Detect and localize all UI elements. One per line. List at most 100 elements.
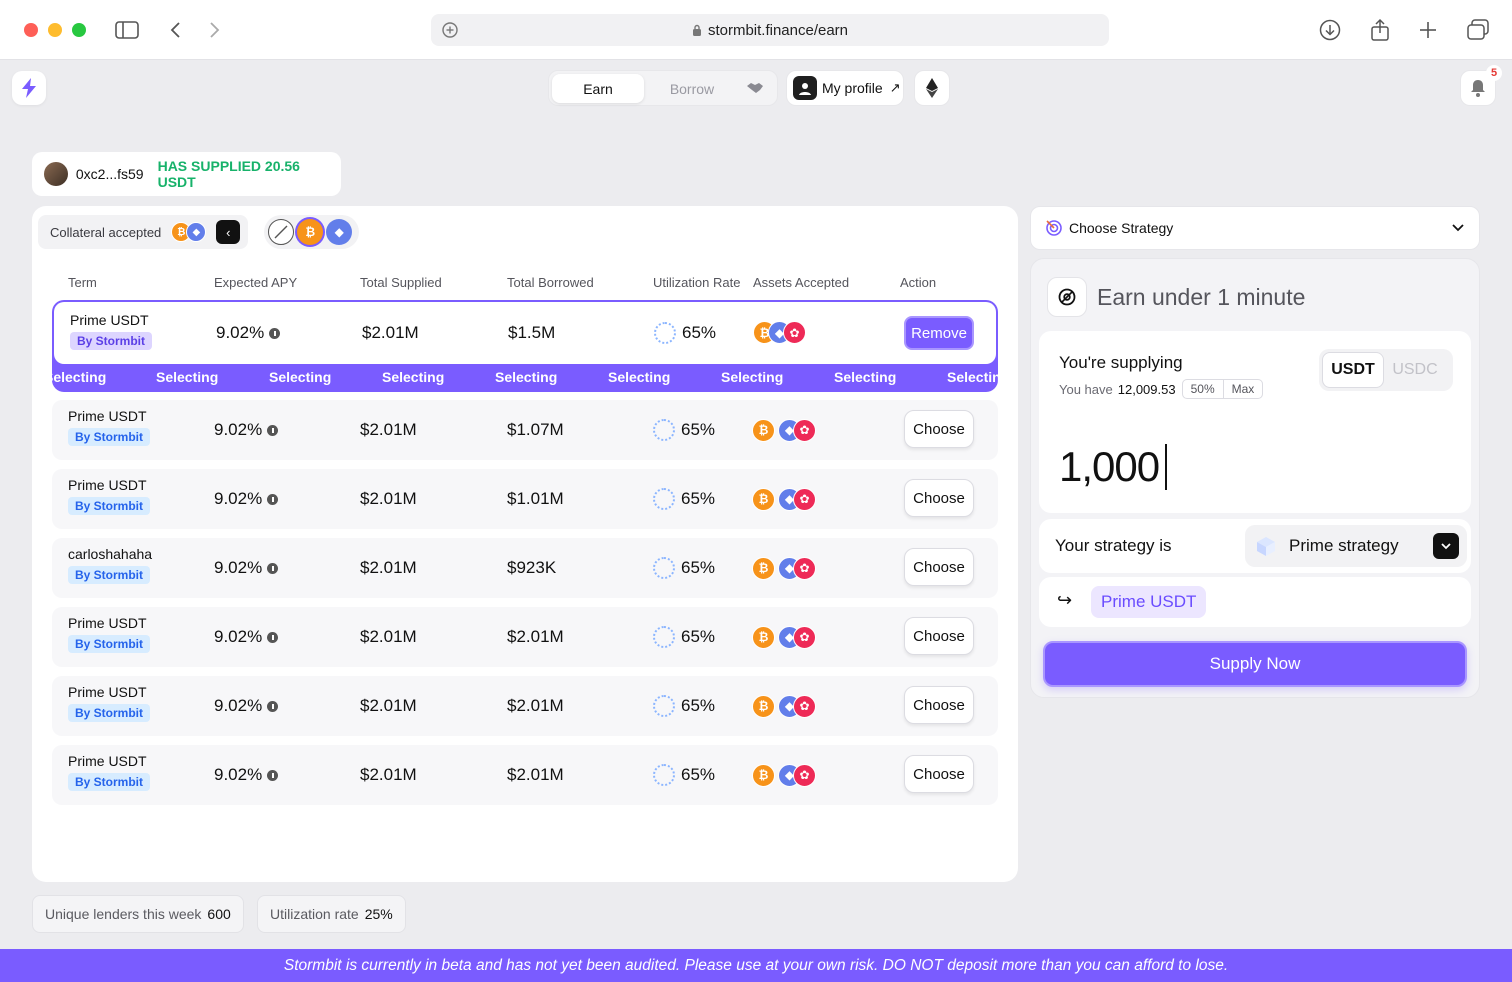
header-borrowed: Total Borrowed — [507, 275, 594, 290]
utilization-ring-icon — [653, 695, 675, 717]
bitcoin-filter-icon[interactable]: ₿ — [297, 219, 324, 245]
utilization-cell: 65% — [653, 538, 715, 598]
strategy-picker[interactable]: Prime strategy — [1245, 525, 1467, 567]
fifty-percent-button[interactable]: 50% — [1183, 380, 1223, 398]
info-icon[interactable] — [267, 562, 279, 574]
apy-value: 9.02% — [214, 558, 263, 577]
choose-button[interactable]: Choose — [904, 548, 974, 586]
minimize-window-button[interactable] — [48, 23, 62, 37]
supplied-value: $2.01M — [360, 420, 417, 439]
no-filter-icon[interactable] — [268, 219, 295, 245]
bitcoin-icon: ₿ — [752, 694, 775, 718]
chevron-down-icon — [1451, 221, 1465, 238]
share-icon[interactable] — [1366, 16, 1394, 44]
network-selector-button[interactable] — [914, 70, 950, 106]
table-row[interactable]: carloshahaha By Stormbit 9.02% $2.01M $9… — [52, 538, 998, 598]
chevron-down-icon[interactable] — [1433, 533, 1459, 559]
choose-strategy-dropdown[interactable]: Choose Strategy — [1030, 206, 1480, 250]
assets-cell: ₿ ◆ ✿ — [752, 469, 816, 529]
marquee-text: Selecting — [269, 369, 332, 385]
choose-button[interactable]: Choose — [904, 479, 974, 517]
strategy-row: Your strategy is Prime strategy — [1039, 519, 1471, 573]
utilization-value: 65% — [682, 323, 717, 342]
info-icon[interactable] — [267, 769, 279, 781]
amount-input[interactable]: 1,000 — [1059, 443, 1168, 491]
utilization-cell: 65% — [654, 302, 716, 364]
utilization-value: 65% — [681, 627, 716, 646]
forward-icon[interactable] — [201, 16, 229, 44]
settings-gear-icon[interactable] — [1047, 277, 1087, 317]
choose-button[interactable]: Choose — [904, 686, 974, 724]
choose-button[interactable]: Choose — [904, 755, 974, 793]
close-window-button[interactable] — [24, 23, 38, 37]
new-tab-icon[interactable] — [1414, 16, 1442, 44]
token-usdt[interactable]: USDT — [1322, 352, 1384, 388]
handshake-icon[interactable] — [745, 79, 765, 102]
address-bar[interactable]: stormbit.finance/earn — [431, 14, 1109, 46]
info-icon[interactable] — [267, 631, 279, 643]
utilization-ring-icon — [653, 557, 675, 579]
tab-borrow[interactable]: Borrow — [649, 74, 735, 103]
table-row[interactable]: Prime USDT By Stormbit 9.02% $2.01M $1.0… — [52, 400, 998, 460]
cube-icon — [1255, 535, 1277, 557]
token-switch: USDT USDC — [1319, 349, 1453, 391]
header-term: Term — [68, 275, 97, 290]
table-row[interactable]: Prime USDT By Stormbit 9.02% $2.01M $2.0… — [52, 676, 998, 736]
ethereum-filter-icon[interactable]: ◆ — [326, 219, 353, 245]
utilization-label: Utilization rate — [270, 906, 359, 922]
tab-overview-icon[interactable] — [1464, 16, 1492, 44]
selected-vault-chip[interactable]: Prime USDT — [1091, 586, 1207, 618]
sidebar-toggle-icon[interactable] — [113, 16, 141, 44]
selecting-marquee: Selecting Selecting Selecting Selecting … — [52, 366, 998, 390]
table-row[interactable]: Prime USDT By Stormbit 9.02% $2.01M $1.0… — [52, 469, 998, 529]
selected-table-row[interactable]: Prime USDT By Stormbit 9.02% $2.01M $1.5… — [52, 300, 998, 392]
earn-title-text: Earn under 1 minute — [1097, 283, 1306, 310]
remove-button[interactable]: Remove — [904, 316, 974, 350]
apy-value: 9.02% — [216, 323, 265, 342]
header-assets: Assets Accepted — [753, 275, 850, 290]
vault-name: Prime USDT — [68, 684, 147, 700]
token-icon: ✿ — [793, 556, 816, 580]
borrowed-value: $1.01M — [507, 489, 564, 508]
by-stormbit-badge: By Stormbit — [70, 332, 153, 350]
supplied-value: $2.01M — [360, 627, 417, 646]
bitcoin-icon: ₿ — [752, 418, 775, 442]
token-usdc[interactable]: USDC — [1384, 352, 1446, 388]
info-icon[interactable] — [267, 700, 279, 712]
max-button[interactable]: Max — [1222, 380, 1263, 398]
apy-cell: 9.02% — [214, 676, 279, 736]
marquee-text: Selecting — [382, 369, 445, 385]
supplied-value: $2.01M — [360, 558, 417, 577]
marquee-text: Selecting — [495, 369, 558, 385]
info-icon[interactable] — [267, 424, 279, 436]
site-settings-icon[interactable] — [441, 21, 459, 43]
filter-row: Collateral accepted ₿ ◆ ‹ ₿ ◆ — [38, 214, 360, 250]
download-icon[interactable] — [1316, 16, 1344, 44]
bell-icon — [1471, 80, 1485, 97]
token-icon: ✿ — [793, 418, 816, 442]
supplied-value: $2.01M — [360, 765, 417, 784]
unique-lenders-stat: Unique lenders this week 600 — [32, 895, 244, 933]
by-stormbit-badge: By Stormbit — [68, 428, 151, 446]
tab-earn[interactable]: Earn — [552, 74, 644, 103]
supplied-value: $2.01M — [360, 489, 417, 508]
my-profile-button[interactable]: My profile ↗ — [786, 70, 904, 106]
collapse-chevron-icon[interactable]: ‹ — [216, 220, 241, 244]
table-row[interactable]: Prime USDT By Stormbit 9.02% $2.01M $2.0… — [52, 745, 998, 805]
info-icon[interactable] — [267, 493, 279, 505]
supply-now-button[interactable]: Supply Now — [1043, 641, 1467, 687]
collateral-accepted-filter[interactable]: Collateral accepted ₿ ◆ ‹ — [38, 215, 249, 249]
back-icon[interactable] — [161, 16, 189, 44]
term-cell: Prime USDT By Stormbit — [68, 477, 151, 515]
apy-value: 9.02% — [214, 765, 263, 784]
earn-borrow-switch: Earn Borrow — [548, 70, 778, 106]
balance-value: 12,009.53 — [1117, 381, 1176, 397]
table-row[interactable]: Prime USDT By Stormbit 9.02% $2.01M $2.0… — [52, 607, 998, 667]
maximize-window-button[interactable] — [72, 23, 86, 37]
choose-button[interactable]: Choose — [904, 410, 974, 448]
bitcoin-icon: ₿ — [752, 487, 775, 511]
my-profile-label: My profile — [822, 80, 883, 96]
choose-button[interactable]: Choose — [904, 617, 974, 655]
stormbit-logo[interactable] — [12, 71, 46, 105]
info-icon[interactable] — [269, 327, 281, 339]
